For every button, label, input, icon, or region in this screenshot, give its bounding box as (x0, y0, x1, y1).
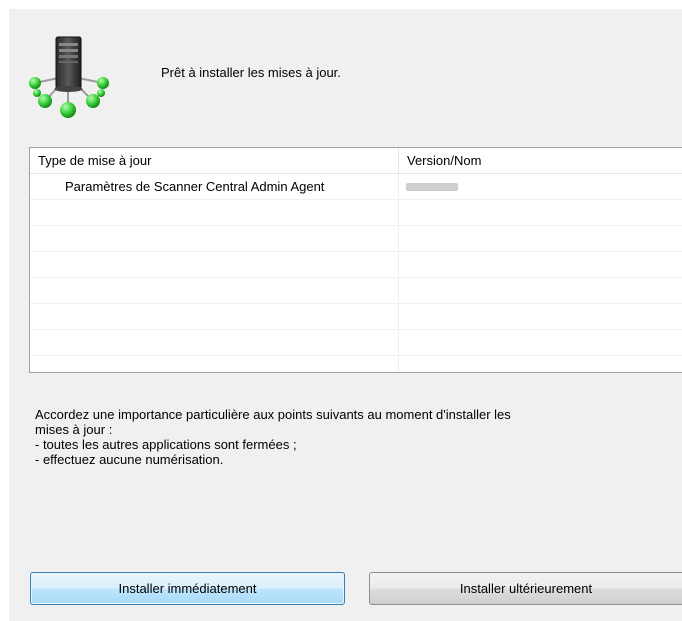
column-header-version[interactable]: Version/Nom (399, 148, 682, 173)
empty-cell (399, 252, 682, 277)
notes-line: mises à jour : (35, 422, 113, 437)
table-row-empty (30, 356, 682, 372)
empty-cell (30, 356, 399, 372)
update-dialog: Prêt à installer les mises à jour. Type … (9, 9, 682, 621)
install-now-button[interactable]: Installer immédiatement (30, 572, 345, 605)
table-row[interactable]: Paramètres de Scanner Central Admin Agen… (30, 174, 682, 200)
empty-cell (399, 226, 682, 251)
server-network-icon (23, 31, 113, 121)
notes-line: - toutes les autres applications sont fe… (35, 437, 297, 452)
installation-notes: Accordez une importance particulière aux… (35, 407, 675, 467)
table-row-empty (30, 252, 682, 278)
table-row-empty (30, 200, 682, 226)
table-row-empty (30, 226, 682, 252)
redacted-version (406, 183, 458, 191)
table-row-empty (30, 278, 682, 304)
table-row-empty (30, 304, 682, 330)
table-header: Type de mise à jour Version/Nom (30, 148, 682, 174)
install-later-button[interactable]: Installer ultérieurement (369, 572, 682, 605)
status-message: Prêt à installer les mises à jour. (161, 65, 341, 80)
table-row-empty (30, 330, 682, 356)
empty-cell (399, 278, 682, 303)
empty-cell (399, 356, 682, 372)
column-header-type[interactable]: Type de mise à jour (30, 148, 399, 173)
updates-table[interactable]: Type de mise à jour Version/Nom Paramètr… (29, 147, 682, 373)
update-type-cell: Paramètres de Scanner Central Admin Agen… (30, 174, 399, 199)
empty-cell (399, 304, 682, 329)
update-version-cell (399, 174, 682, 199)
notes-line: - effectuez aucune numérisation. (35, 452, 224, 467)
empty-cell (30, 304, 399, 329)
empty-cell (399, 200, 682, 225)
empty-cell (30, 252, 399, 277)
empty-cell (30, 278, 399, 303)
empty-cell (399, 330, 682, 355)
empty-cell (30, 200, 399, 225)
notes-line: Accordez une importance particulière aux… (35, 407, 511, 422)
empty-cell (30, 226, 399, 251)
empty-cell (30, 330, 399, 355)
